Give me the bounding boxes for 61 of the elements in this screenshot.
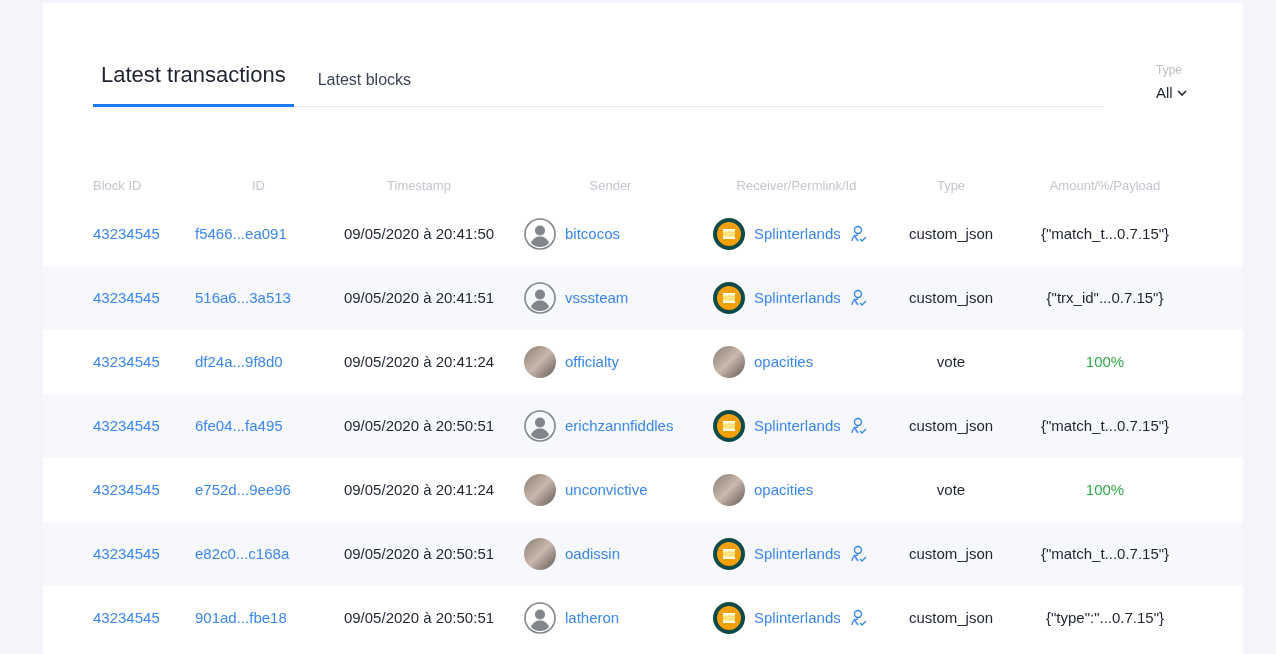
timestamp: 09/05/2020 à 20:41:51 [343, 287, 495, 308]
column-header: Receiver/Permlink/Id [736, 177, 857, 196]
payload-text: {"match_t...0.7.15"} [1040, 543, 1170, 564]
type-filter-label: Type [1156, 62, 1183, 79]
timestamp: 09/05/2020 à 20:41:50 [343, 223, 495, 244]
vote-percentage: 100% [1085, 351, 1125, 372]
sender-link[interactable]: officialty [565, 350, 619, 374]
type-filter-dropdown[interactable]: All [1156, 82, 1187, 105]
sender-link[interactable]: unconvictive [565, 478, 648, 502]
transaction-id-link[interactable]: 901ad...fbe18 [195, 606, 287, 630]
receiver-link[interactable]: Splinterlands [754, 414, 841, 438]
receiver-link[interactable]: opacities [754, 478, 814, 502]
block-id-link[interactable]: 43234545 [93, 606, 160, 630]
timestamp: 09/05/2020 à 20:41:24 [343, 479, 495, 500]
transaction-id-link[interactable]: e82c0...c168a [195, 542, 290, 566]
transaction-type: custom_json [908, 543, 994, 564]
receiver-link[interactable]: Splinterlands [754, 286, 841, 310]
column-header: Amount/%/Payload [1049, 177, 1161, 196]
column-header: Block ID [93, 177, 142, 196]
sender-link[interactable]: oadissin [565, 542, 621, 566]
column-header: Sender [589, 177, 632, 196]
payload-text: {"type":"...0.7.15"} [1045, 607, 1164, 628]
vote-percentage: 100% [1085, 479, 1125, 500]
tab[interactable]: Latest transactions [93, 58, 294, 107]
payload-text: {"match_t...0.7.15"} [1040, 415, 1170, 436]
timestamp: 09/05/2020 à 20:41:24 [343, 351, 495, 372]
block-id-link[interactable]: 43234545 [93, 542, 160, 566]
timestamp: 09/05/2020 à 20:50:51 [343, 543, 495, 564]
transaction-type: vote [936, 351, 966, 372]
transaction-id-link[interactable]: 6fe04...fa495 [195, 414, 283, 438]
column-header: Timestamp [387, 177, 451, 196]
transaction-type: custom_json [908, 607, 994, 628]
transaction-id-link[interactable]: e752d...9ee96 [195, 478, 291, 502]
sender-link[interactable]: erichzannfiddles [565, 414, 674, 438]
transaction-id-link[interactable]: 516a6...3a513 [195, 286, 291, 310]
receiver-link[interactable]: Splinterlands [754, 222, 841, 246]
transaction-id-link[interactable]: f5466...ea091 [195, 222, 287, 246]
block-id-link[interactable]: 43234545 [93, 286, 160, 310]
payload-text: {"trx_id"...0.7.15"} [1046, 287, 1164, 308]
sender-link[interactable]: latheron [565, 606, 620, 630]
chevron-down-icon [1176, 90, 1187, 97]
transaction-type: custom_json [908, 415, 994, 436]
receiver-link[interactable]: Splinterlands [754, 542, 841, 566]
block-id-link[interactable]: 43234545 [93, 414, 160, 438]
column-header: Type [936, 177, 966, 196]
payload-text: {"match_t...0.7.15"} [1040, 223, 1170, 244]
timestamp: 09/05/2020 à 20:50:51 [343, 415, 495, 436]
block-id-link[interactable]: 43234545 [93, 222, 160, 246]
transaction-type: custom_json [908, 223, 994, 244]
block-id-link[interactable]: 43234545 [93, 478, 160, 502]
transaction-id-link[interactable]: df24a...9f8d0 [195, 350, 283, 374]
timestamp: 09/05/2020 à 20:50:51 [343, 607, 495, 628]
receiver-link[interactable]: opacities [754, 350, 814, 374]
sender-link[interactable]: vsssteam [565, 286, 629, 310]
column-header: ID [252, 177, 265, 196]
block-id-link[interactable]: 43234545 [93, 350, 160, 374]
sender-link[interactable]: bitcocos [565, 222, 621, 246]
tab[interactable]: Latest blocks [309, 68, 420, 106]
receiver-link[interactable]: Splinterlands [754, 606, 841, 630]
transaction-type: custom_json [908, 287, 994, 308]
transaction-type: vote [936, 479, 966, 500]
